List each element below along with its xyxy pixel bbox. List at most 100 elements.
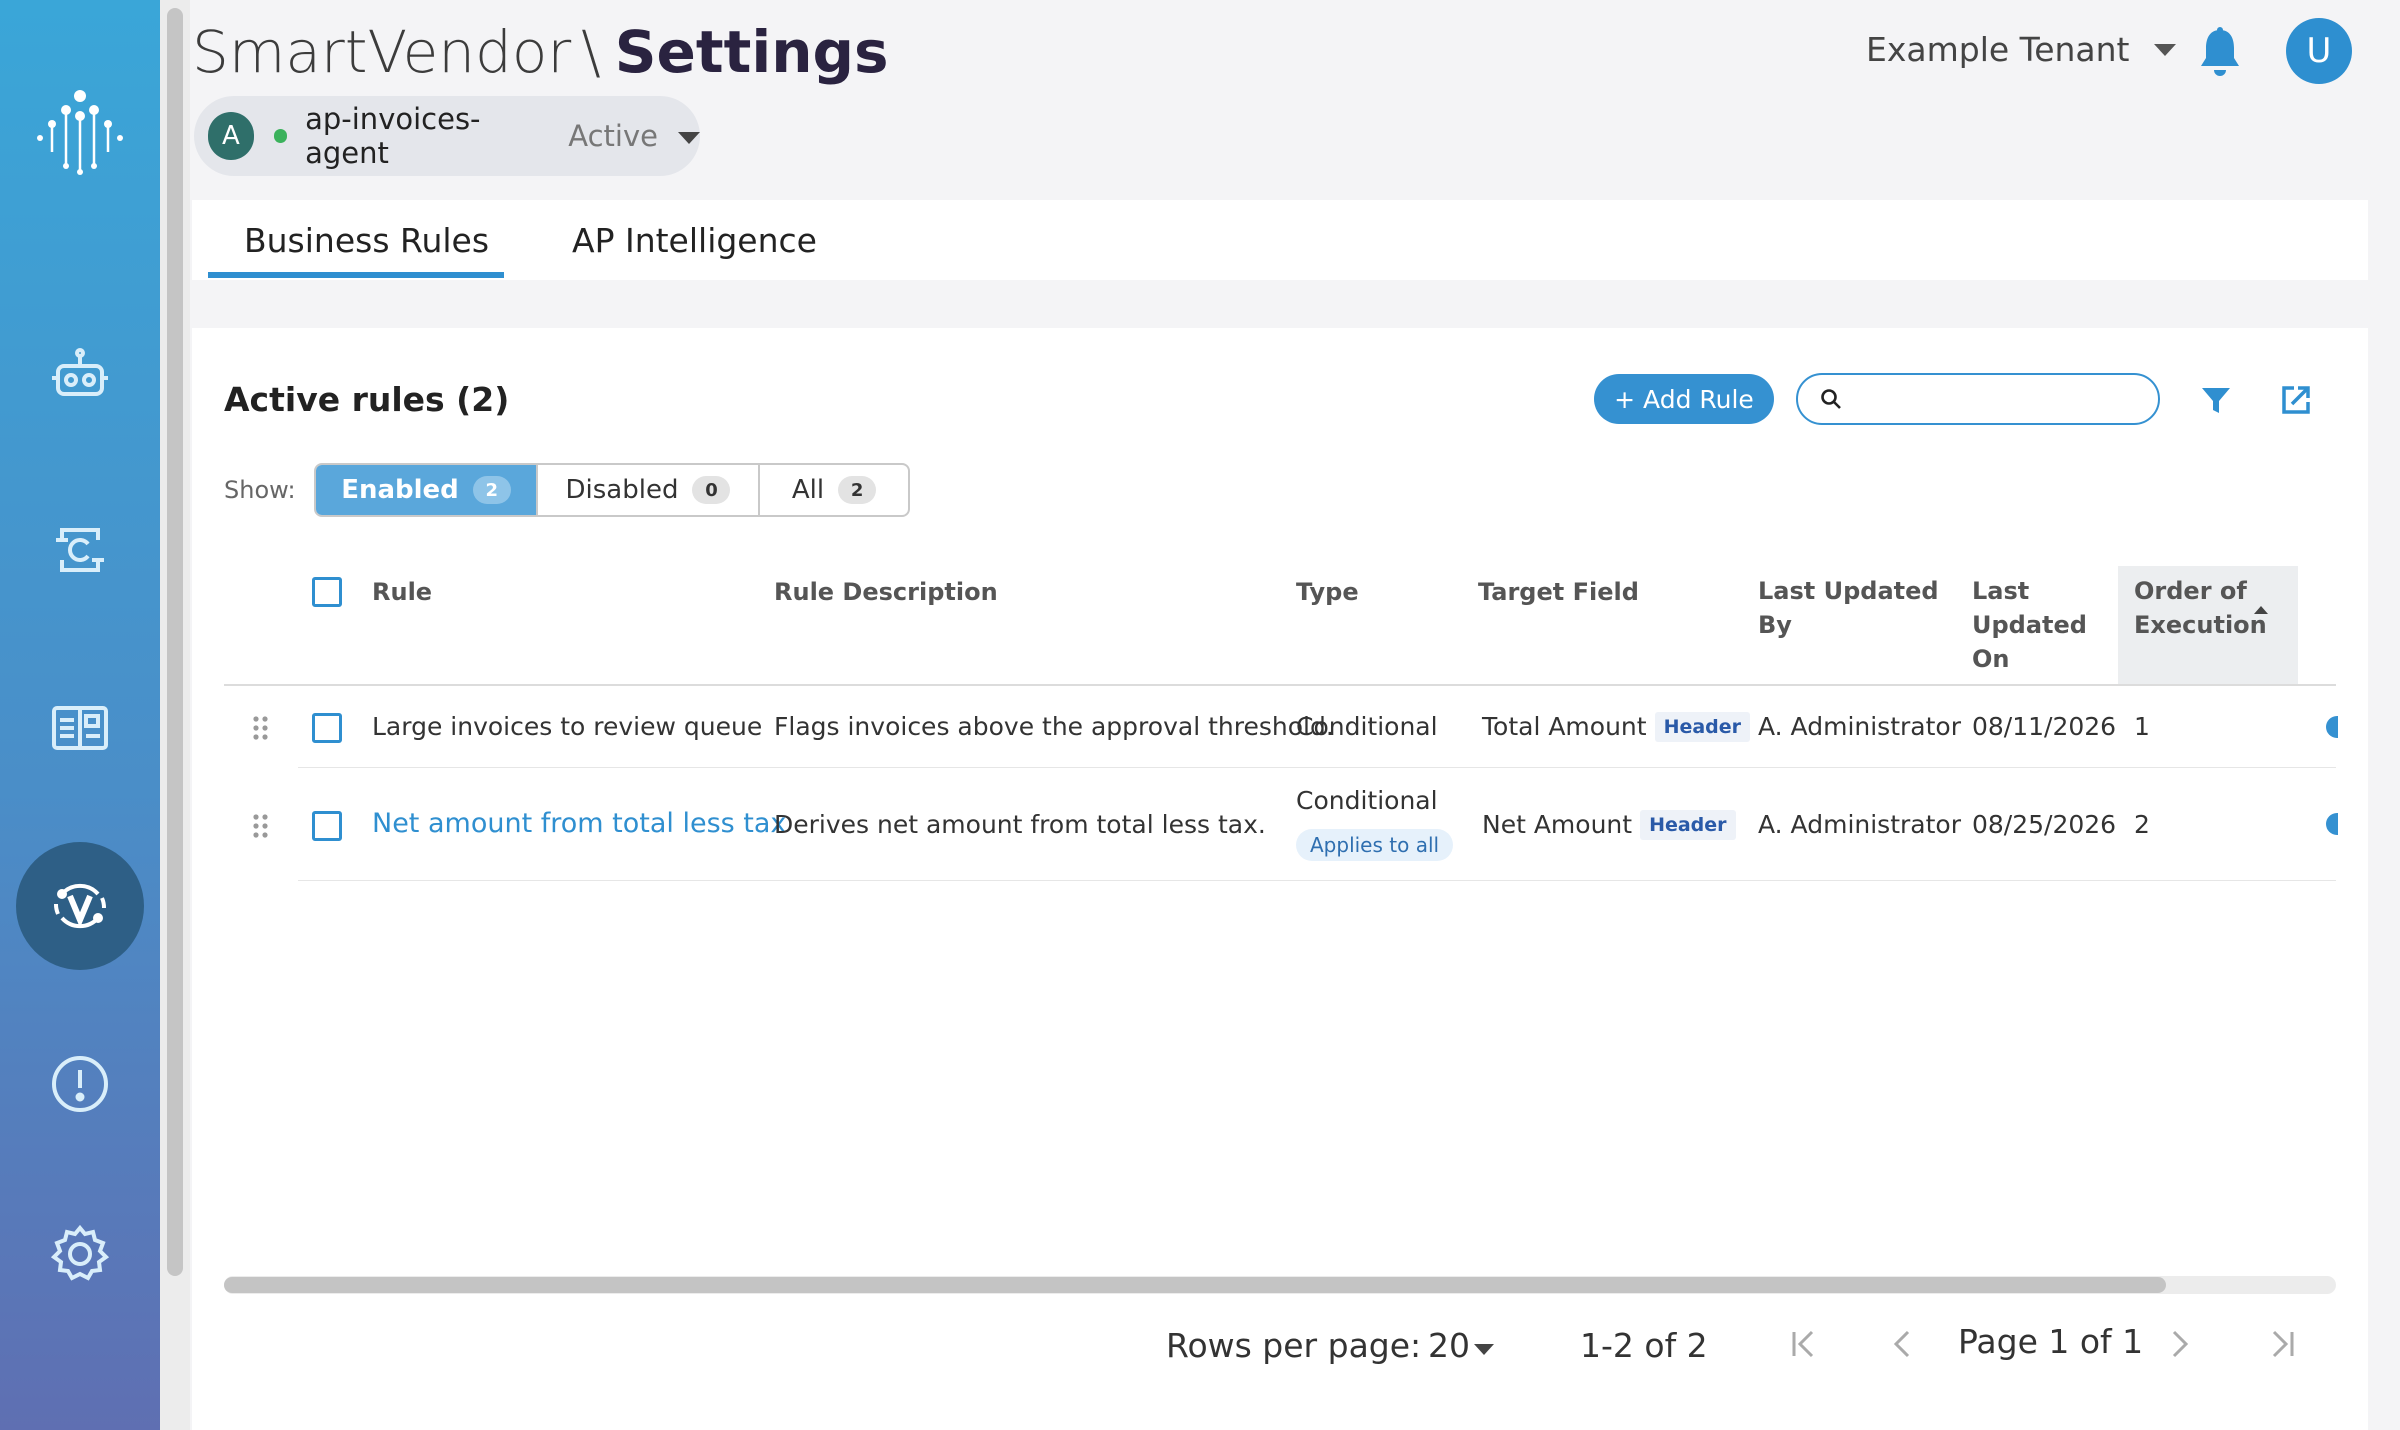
chevron-down-icon (2153, 43, 2176, 56)
filter-icon[interactable] (2196, 380, 2236, 420)
page-scrollbar-thumb[interactable] (167, 8, 183, 1276)
updated-on: 08/11/2026 (1972, 712, 2117, 741)
next-page-icon[interactable] (2158, 1324, 2198, 1364)
bell-icon[interactable] (2196, 26, 2244, 78)
chevron-down-icon[interactable] (1474, 1344, 1494, 1355)
target-field-tag: Header (1640, 810, 1736, 840)
drag-handle-icon[interactable] (252, 715, 270, 741)
updated-by: A. Administrator (1758, 810, 1961, 839)
column-header-updated-on-line3: On (1972, 645, 2010, 673)
target-field-name: Total Amount (1482, 712, 1647, 741)
table-header-divider (224, 684, 2336, 686)
column-header-updated-on[interactable]: Last Updated On (1972, 574, 2087, 676)
connector-icon (56, 528, 104, 572)
filter-enabled[interactable]: Enabled 2 (316, 465, 538, 515)
column-header-updated-on-line2: Updated (1972, 611, 2087, 639)
rows-per-page-label: Rows per page: (1166, 1326, 1422, 1365)
column-header-type[interactable]: Type (1296, 575, 1359, 609)
execution-order: 2 (2134, 810, 2150, 839)
select-all-checkbox[interactable] (312, 577, 342, 607)
brand-logo-icon (37, 90, 123, 175)
target-field-name: Net Amount (1482, 810, 1633, 839)
robot-icon (52, 348, 108, 396)
column-header-updated-by-line2: By (1758, 611, 1792, 639)
rule-type: Conditional (1296, 712, 1438, 741)
rule-name-link[interactable]: Net amount from total less tax (372, 808, 786, 839)
gear-icon (50, 1224, 110, 1281)
search-box[interactable] (1796, 373, 2160, 425)
column-header-order[interactable]: Order of Execution (2134, 574, 2267, 642)
target-field: Net Amount Header (1482, 810, 1736, 840)
sidebar-item-agents[interactable] (30, 326, 130, 426)
drag-handle-icon[interactable] (252, 813, 270, 839)
column-header-order-line2: Execution (2134, 611, 2267, 639)
book-icon (52, 706, 108, 750)
filter-disabled-count: 0 (692, 476, 731, 504)
agent-avatar: A (208, 112, 254, 160)
row-checkbox[interactable] (312, 713, 342, 743)
tab-bar: Business Rules AP Intelligence (192, 200, 2368, 280)
agent-selector[interactable]: A ap-invoices-agent Active (194, 96, 700, 176)
column-header-updated-by[interactable]: Last Updated By (1758, 574, 1939, 642)
applies-to-all-chip: Applies to all (1296, 829, 1454, 861)
rule-name: Large invoices to review queue (372, 712, 763, 741)
previous-page-icon[interactable] (1884, 1324, 1924, 1364)
filter-disabled[interactable]: Disabled 0 (538, 465, 760, 515)
agent-name: ap-invoices-agent (305, 102, 481, 170)
agent-status-dot (273, 129, 288, 143)
sidebar-item-alerts[interactable] (30, 1034, 130, 1134)
column-header-rule[interactable]: Rule (372, 575, 432, 609)
target-field: Total Amount Header (1482, 712, 1751, 742)
filter-all[interactable]: All 2 (760, 465, 908, 515)
alert-icon (52, 1056, 108, 1112)
filter-enabled-label: Enabled (341, 475, 459, 505)
filter-all-label: All (791, 475, 825, 505)
column-header-description[interactable]: Rule Description (774, 575, 998, 609)
tab-ap-intelligence[interactable]: AP Intelligence (572, 200, 817, 280)
updated-on: 08/25/2026 (1972, 810, 2117, 839)
execution-order: 1 (2134, 712, 2150, 741)
column-header-updated-by-line1: Last Updated (1758, 577, 1939, 605)
active-tab-indicator (208, 272, 504, 278)
column-header-updated-on-line1: Last (1972, 577, 2030, 605)
user-avatar[interactable]: U (2286, 18, 2352, 84)
tenant-selector[interactable]: Example Tenant (1866, 30, 2176, 69)
first-page-icon[interactable] (1784, 1324, 1824, 1364)
sort-ascending-icon[interactable] (2254, 606, 2268, 614)
table-scrollbar-thumb[interactable] (224, 1277, 2166, 1293)
target-field-tag: Header (1654, 712, 1751, 742)
page-title: SmartVendor \ Settings (192, 18, 889, 86)
search-input[interactable] (1854, 385, 2144, 413)
chevron-down-icon (677, 132, 700, 144)
show-label: Show: (224, 476, 296, 504)
sidebar-item-library[interactable] (30, 676, 130, 776)
tenant-name: Example Tenant (1866, 30, 2130, 69)
page-indicator: Page 1 of 1 (1958, 1322, 2144, 1361)
rule-description: Derives net amount from total less tax. (774, 810, 1266, 839)
add-rule-button[interactable]: + Add Rule (1594, 374, 1774, 424)
row-divider (298, 767, 2336, 768)
rows-per-page-select[interactable]: 20 (1428, 1326, 1470, 1365)
app-name: SmartVendor (192, 18, 572, 86)
vendor-rules-icon (54, 883, 106, 929)
title-separator: \ (581, 18, 601, 86)
sidebar-item-vendor-rules[interactable] (16, 842, 144, 970)
sidebar-item-settings[interactable] (30, 1204, 130, 1304)
search-icon (1821, 389, 1841, 409)
filter-enabled-count: 2 (472, 476, 511, 504)
last-page-icon[interactable] (2262, 1324, 2302, 1364)
filter-disabled-label: Disabled (565, 475, 679, 505)
row-checkbox[interactable] (312, 811, 342, 841)
sidebar-item-connectors[interactable] (30, 500, 130, 600)
column-header-target-field[interactable]: Target Field (1478, 575, 1639, 609)
rules-title: Active rules (2) (224, 380, 510, 419)
tab-business-rules[interactable]: Business Rules (244, 200, 489, 280)
sidebar (0, 0, 160, 1430)
filter-all-count: 2 (838, 476, 877, 504)
settings-title: Settings (614, 18, 889, 86)
export-icon[interactable] (2276, 380, 2316, 420)
column-header-order-line1: Order of (2134, 577, 2247, 605)
updated-by: A. Administrator (1758, 712, 1961, 741)
rule-description: Flags invoices above the approval thresh… (774, 712, 1334, 741)
status-filter-group: Enabled 2 Disabled 0 All 2 (314, 463, 910, 517)
